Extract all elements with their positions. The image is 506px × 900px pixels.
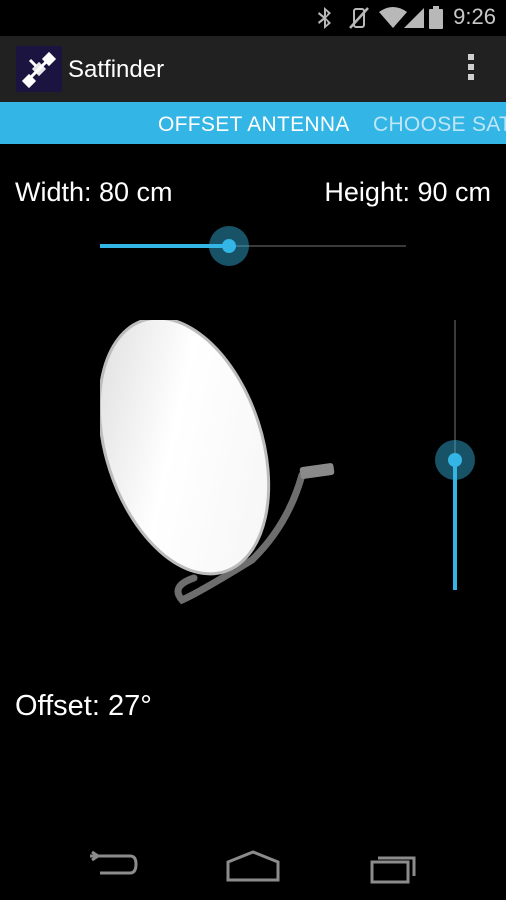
- status-bar: 9:26: [0, 0, 506, 36]
- signal-icon: [404, 8, 424, 28]
- home-icon[interactable]: [226, 846, 280, 886]
- battery-icon: [429, 6, 443, 29]
- tab-strip: OFFSET ANTENNA CHOOSE SAT: [0, 102, 506, 144]
- satellite-dish-illustration: [100, 320, 335, 605]
- tab-offset-antenna[interactable]: OFFSET ANTENNA: [158, 113, 350, 137]
- satellite-icon[interactable]: [16, 46, 62, 92]
- height-label: Height: 90 cm: [324, 177, 491, 207]
- offset-label: Offset: 27°: [15, 690, 152, 722]
- height-slider[interactable]: [435, 320, 475, 590]
- navigation-bar: [0, 828, 506, 900]
- tab-choose-sat[interactable]: CHOOSE SAT: [373, 113, 506, 137]
- bluetooth-icon: [318, 7, 331, 29]
- width-label: Width: 80 cm: [15, 177, 173, 207]
- action-bar: Satfinder: [0, 36, 506, 102]
- back-icon[interactable]: [86, 846, 138, 886]
- recent-apps-icon[interactable]: [368, 846, 422, 886]
- vibrate-mute-icon: [349, 7, 369, 29]
- height-slider-thumb[interactable]: [448, 453, 462, 467]
- width-slider-thumb[interactable]: [222, 239, 236, 253]
- clock: 9:26: [453, 4, 496, 29]
- app-title: Satfinder: [68, 56, 165, 83]
- overflow-menu-icon[interactable]: [466, 54, 476, 86]
- width-slider[interactable]: [100, 226, 406, 266]
